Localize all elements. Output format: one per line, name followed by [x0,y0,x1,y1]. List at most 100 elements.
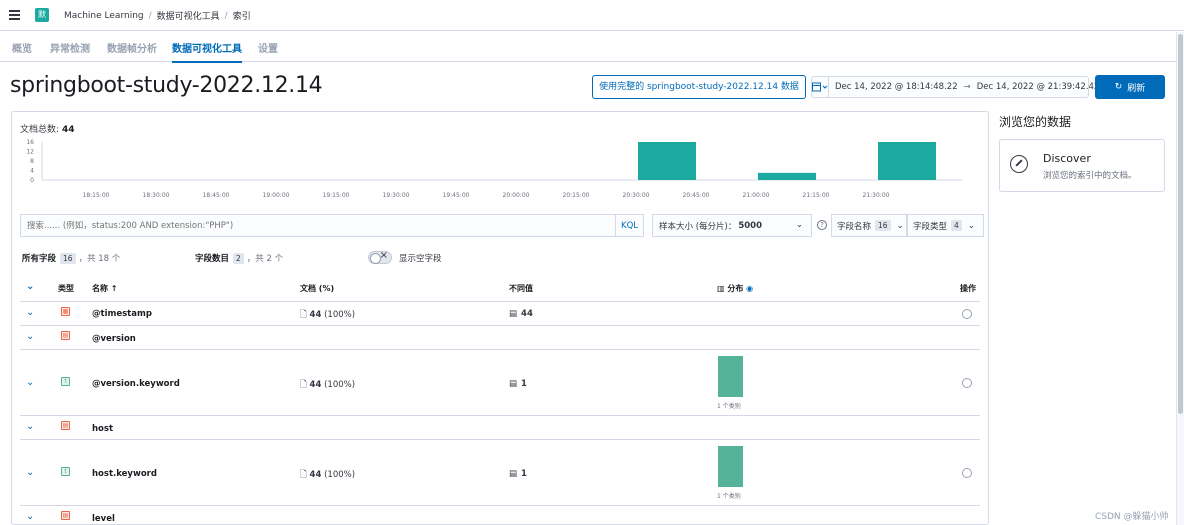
search-input[interactable] [21,220,615,231]
col-distribution: ▥ 分布 ◉ [717,284,754,293]
x-tick-label: 20:00:00 [503,192,530,199]
chevron-down-icon[interactable]: ⌄ [26,421,34,432]
distribution-bar [718,356,743,397]
refresh-icon: ↻ [1114,82,1123,92]
inspect-icon[interactable] [962,378,972,388]
table-row: ⌄ ▤ @version [20,326,980,350]
doc-fields-stat: 字段数目 2 ，共 2 个 [195,252,284,264]
tab-anomaly-detection[interactable]: 异常检测 [50,40,90,55]
distribution-label: 1 个类别 [717,493,741,500]
field-type-label: 字段类型 [913,221,948,232]
document-icon: 🗋 [300,380,307,390]
scrollbar[interactable] [1176,32,1184,525]
keyword-type-icon: t [61,467,70,476]
sample-size-select[interactable]: 样本大小 (每分片)： 5000 ⌄ [652,214,812,237]
explore-data-title: 浏览您的数据 [999,115,1072,129]
field-docs: 🗋 44 (100%) [300,380,356,390]
show-empty-fields-toggle[interactable] [368,250,392,264]
field-distinct: ▤ 1 [509,379,527,389]
show-empty-fields-label: 显示空字段 [399,254,442,264]
db-icon: ▤ [509,469,518,479]
chevron-down-icon[interactable]: ⌄ [26,467,34,478]
col-type: 类型 [58,284,74,293]
eye-icon[interactable]: ◉ [746,284,753,293]
date-end[interactable]: Dec 14, 2022 @ 21:39:42.42 [971,82,1106,92]
text-type-icon: ▤ [61,511,70,520]
col-distinct: 不同值 [509,284,533,293]
doc-count: 文档总数: 44 [20,122,75,135]
breadcrumb-ml[interactable]: Machine Learning [64,11,144,21]
table-header: ⌄ 类型 名称 ↑ 文档 (%) 不同值 ▥ 分布 ◉ 操作 [20,277,980,302]
field-name: host.keyword [92,469,157,479]
histogram-bar [878,142,936,180]
histogram-bar [638,142,696,180]
discover-description: 浏览您的索引中的文档。 [1043,171,1137,181]
doc-histogram: 16 12 8 4 0 18:15:00 18:30:00 18:45:00 19:00:00 1… [26,139,962,199]
arrow-right-icon: → [963,82,971,92]
refresh-button[interactable]: ↻ 刷新 [1095,75,1165,99]
field-type-filter[interactable]: 字段类型 4 ⌄ [907,214,984,237]
compass-icon [1010,155,1028,173]
menu-icon[interactable] [9,10,20,20]
all-fields-count: 16 [60,252,76,264]
kql-toggle[interactable]: KQL [615,215,643,236]
sample-size-value: 5000 [738,220,763,231]
expand-all-icon[interactable]: ⌄ [26,281,34,292]
page-title: springboot-study-2022.12.14 [10,73,323,98]
document-icon: 🗋 [300,470,307,480]
chevron-down-icon[interactable]: ⌄ [26,307,34,318]
distribution-label: 1 个类别 [717,403,741,410]
field-name-label: 字段名称 [837,221,872,232]
field-distinct: ▤ 44 [509,309,533,319]
x-tick-label: 19:30:00 [383,192,410,199]
x-tick-label: 21:30:00 [863,192,890,199]
tab-settings[interactable]: 设置 [258,40,278,55]
document-icon: 🗋 [300,310,307,320]
x-tick-label: 20:15:00 [563,192,590,199]
breadcrumb-data-visualizer[interactable]: 数据可视化工具 [157,9,220,22]
scrollbar-thumb[interactable] [1178,34,1183,414]
field-name-filter[interactable]: 字段名称 16 ⌄ [831,214,907,237]
inspect-icon[interactable] [962,468,972,478]
search-bar: KQL [20,214,644,237]
help-icon[interactable]: ? [817,220,827,230]
date-start[interactable]: Dec 14, 2022 @ 18:14:48.22 [829,82,964,92]
date-type-icon: ▦ [61,307,70,316]
field-name: @version.keyword [92,379,180,389]
tab-data-visualizer[interactable]: 数据可视化工具 [172,40,242,63]
db-icon: ▤ [509,309,518,319]
inspect-icon[interactable] [962,309,972,319]
field-name: level [92,514,115,524]
chevron-down-icon: ⌄ [967,220,975,231]
field-name: host [92,424,114,434]
doc-count-label: 文档总数: [20,125,60,135]
x-tick-label: 19:00:00 [263,192,290,199]
use-full-data-button[interactable]: 使用完整的 springboot-study-2022.12.14 数据 [592,75,806,99]
y-tick-label: 4 [30,168,34,175]
y-tick-label: 8 [30,158,34,165]
field-distinct: ▤ 1 [509,469,527,479]
x-tick-label: 20:30:00 [623,192,650,199]
tab-overview[interactable]: 概览 [12,40,32,55]
chevron-down-icon[interactable]: ⌄ [26,511,34,522]
chevron-down-icon[interactable]: ⌄ [26,331,34,342]
tab-dataframe-analytics[interactable]: 数据帧分析 [107,40,157,55]
keyword-type-icon: t [61,377,70,386]
app-logo: 默 [35,8,49,22]
refresh-label: 刷新 [1127,83,1146,94]
y-tick-label: 16 [26,139,34,146]
x-tick-label: 21:00:00 [743,192,770,199]
col-name[interactable]: 名称 ↑ [92,283,118,294]
all-fields-label: 所有字段 [22,254,57,264]
x-tick-label: 21:15:00 [803,192,830,199]
x-tick-label: 18:30:00 [143,192,170,199]
col-actions: 操作 [960,284,976,293]
y-tick-label: 0 [30,177,34,184]
distribution-bar [718,446,743,487]
field-name: @version [92,334,136,344]
calendar-icon[interactable] [812,77,829,97]
top-bar: 默 Machine Learning / 数据可视化工具 / 索引 [0,0,1184,31]
y-tick-label: 12 [26,149,34,156]
discover-card[interactable]: Discover 浏览您的索引中的文档。 [999,139,1165,192]
chevron-down-icon[interactable]: ⌄ [26,377,34,388]
